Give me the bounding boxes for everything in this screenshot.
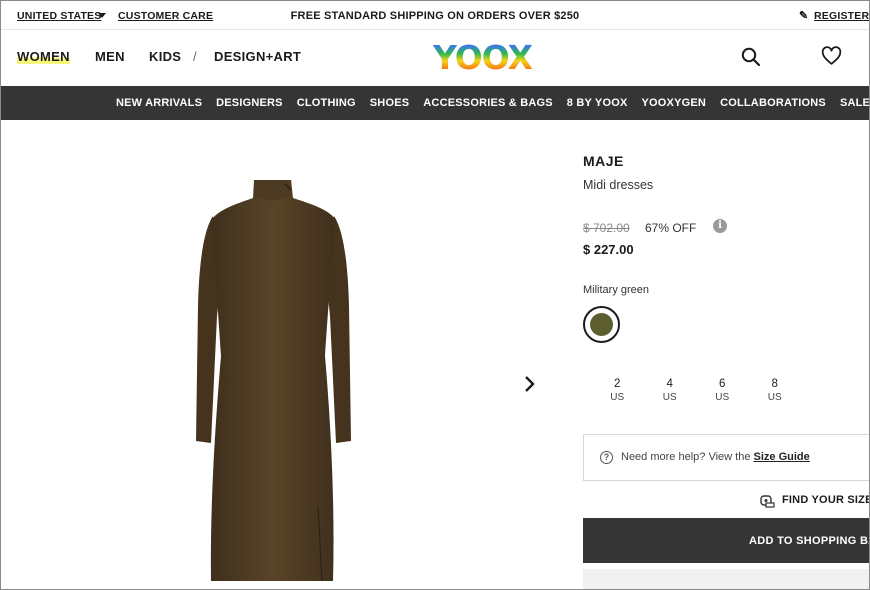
category-designers[interactable]: DESIGNERS (216, 97, 283, 109)
size-unit: US (715, 392, 730, 403)
swatch-color-dot (590, 313, 613, 336)
sale-price: $ 227.00 (583, 242, 634, 257)
category-sale[interactable]: SALE (840, 97, 869, 109)
measuring-tape-icon[interactable] (760, 494, 775, 508)
category-shoes[interactable]: SHOES (370, 97, 410, 109)
utility-bar: UNITED STATES CUSTOMER CARE FREE STANDAR… (1, 1, 869, 30)
add-to-bag-button[interactable]: ADD TO SHOPPING BAG (583, 518, 869, 563)
search-icon[interactable] (741, 47, 761, 67)
size-number: 2 (614, 378, 621, 390)
size-option[interactable]: 6 US (696, 378, 749, 403)
size-unit: US (662, 392, 677, 403)
size-unit: US (767, 392, 782, 403)
original-price: $ 702.00 (583, 221, 630, 235)
size-help-box: ? Need more help? View the Size Guide (583, 434, 869, 481)
size-option[interactable]: 8 US (749, 378, 802, 403)
size-unit: US (610, 392, 625, 403)
category-collaborations[interactable]: COLLABORATIONS (720, 97, 826, 109)
page-frame: UNITED STATES CUSTOMER CARE FREE STANDAR… (0, 0, 870, 590)
secondary-button[interactable] (583, 569, 869, 589)
size-number: 4 (666, 378, 673, 390)
pencil-icon: ✎ (799, 10, 809, 22)
nav-men[interactable]: MEN (95, 49, 125, 64)
category-8-by-yoox[interactable]: 8 BY YOOX (567, 97, 628, 109)
help-prefix: Need more help? View the (621, 451, 754, 463)
find-your-size-link[interactable]: FIND YOUR SIZE (782, 494, 869, 506)
shipping-banner: FREE STANDARD SHIPPING ON ORDERS OVER $2… (290, 10, 580, 22)
size-guide-link[interactable]: Size Guide (754, 451, 810, 463)
question-icon: ? (600, 451, 613, 464)
category-clothing[interactable]: CLOTHING (297, 97, 356, 109)
nav-separator: / (193, 49, 197, 64)
size-help-text: Need more help? View the Size Guide (621, 451, 810, 463)
product-image[interactable] (191, 176, 356, 586)
product-brand[interactable]: MAJE (583, 153, 624, 169)
info-icon[interactable]: i (713, 219, 727, 233)
size-option[interactable]: 2 US (591, 378, 644, 403)
size-number: 6 (719, 378, 726, 390)
category-accessories-bags[interactable]: ACCESSORIES & BAGS (423, 97, 553, 109)
heart-icon[interactable] (821, 46, 842, 66)
main-header: WOMEN MEN KIDS / DESIGN+ART YOOX (1, 30, 869, 86)
discount-label: 67% OFF (645, 221, 697, 235)
nav-kids[interactable]: KIDS (149, 49, 181, 64)
chevron-right-icon[interactable] (522, 374, 538, 394)
category-new-arrivals[interactable]: NEW ARRIVALS (116, 97, 202, 109)
nav-design-art[interactable]: DESIGN+ART (214, 49, 301, 64)
category-yooxygen[interactable]: YOOXYGEN (642, 97, 707, 109)
logo-text: YOOX (433, 38, 533, 77)
nav-women[interactable]: WOMEN (17, 49, 70, 64)
size-option[interactable]: 4 US (644, 378, 697, 403)
product-category: Midi dresses (583, 178, 654, 192)
yoox-logo[interactable]: YOOX (433, 38, 533, 77)
color-swatch[interactable] (583, 306, 620, 343)
size-selector: 2 US 4 US 6 US 8 US (591, 378, 801, 403)
register-link[interactable]: REGISTER (814, 10, 869, 22)
size-number: 8 (771, 378, 778, 390)
color-name: Military green (583, 284, 650, 296)
category-nav: NEW ARRIVALS DESIGNERS CLOTHING SHOES AC… (1, 86, 869, 120)
